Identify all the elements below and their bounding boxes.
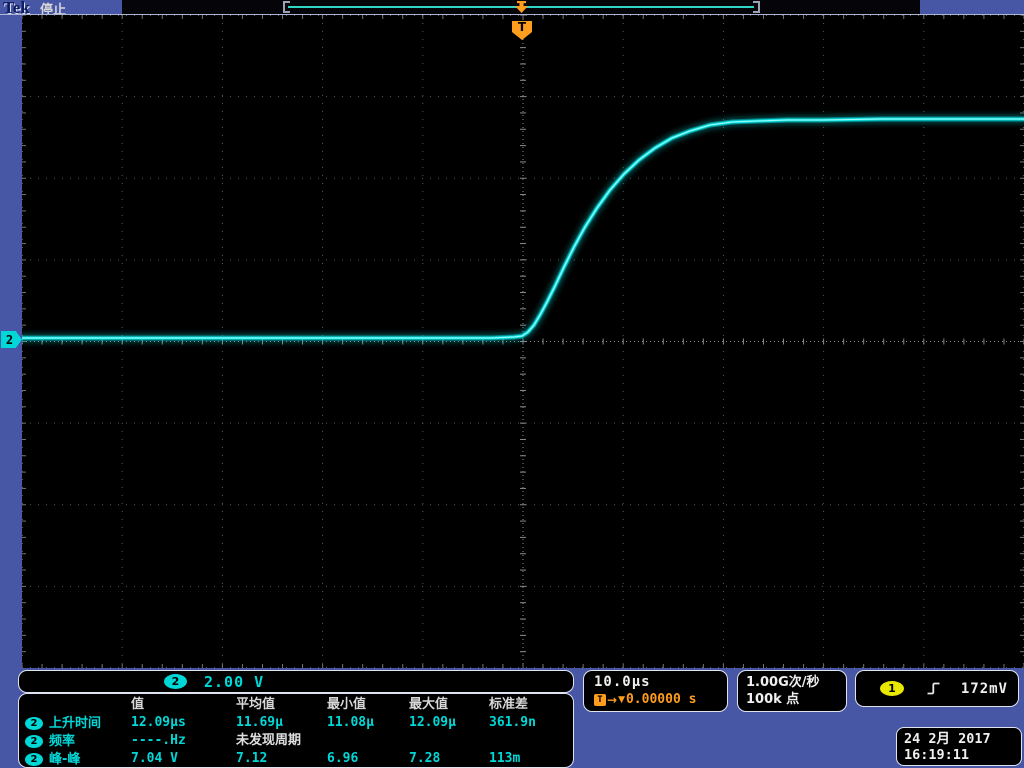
- meas-value: 12.09µs: [131, 714, 236, 732]
- channel2-ground-label: 2: [6, 333, 13, 347]
- meas-header-mean: 平均值: [236, 696, 327, 714]
- channel-readout-box: 2 2.00 V: [18, 670, 574, 693]
- channel2-badge: 2: [25, 735, 43, 748]
- down-triangle-icon: ▼: [618, 695, 625, 705]
- timebase-scale: 10.0µs: [594, 674, 727, 690]
- trigger-t-icon: T: [594, 694, 606, 706]
- channel2-badge: 2: [25, 717, 43, 730]
- channel2-scale: 2.00 V: [204, 673, 264, 691]
- window-bracket-left-icon: [283, 1, 290, 13]
- time-text: 16:19:11: [904, 747, 1021, 763]
- meas-max: 12.09µ: [409, 714, 489, 732]
- channel2-badge: 2: [164, 674, 187, 689]
- acquisition-readout-box: 1.00G次/秒 100k 点: [737, 670, 847, 712]
- meas-std: 113m: [489, 750, 573, 768]
- meas-note: 未发现周期: [236, 732, 573, 750]
- sample-rate: 1.00G次/秒: [746, 674, 846, 691]
- meas-header-std: 标准差: [489, 696, 573, 714]
- meas-header-value: 值: [131, 696, 236, 714]
- meas-row-risetime-label: 2 上升时间: [19, 714, 131, 732]
- trigger-delay-value: 0.00000 s: [626, 692, 696, 707]
- meas-header-max: 最大值: [409, 696, 489, 714]
- window-bracket-right-icon: [753, 1, 760, 13]
- meas-mean: 11.69µ: [236, 714, 327, 732]
- waveform-display: [22, 15, 1024, 668]
- trigger-readout-box: 1 172mV: [855, 670, 1019, 707]
- trigger-source-badge: 1: [880, 681, 904, 696]
- arrow-right-icon: →: [607, 693, 617, 707]
- meas-min: 6.96: [327, 750, 409, 768]
- trigger-marker-label: T: [518, 21, 526, 40]
- channel2-badge: 2: [25, 753, 43, 766]
- meas-name: 峰-峰: [49, 751, 80, 768]
- timebase-readout-box: 10.0µs T → ▼ 0.00000 s: [583, 670, 728, 712]
- meas-name: 频率: [49, 733, 75, 750]
- meas-row-peakpeak-label: 2 峰-峰: [19, 750, 131, 768]
- meas-header-min: 最小值: [327, 696, 409, 714]
- meas-min: 11.08µ: [327, 714, 409, 732]
- channel2-trace: [22, 15, 1024, 668]
- trigger-level: 172mV: [961, 681, 1008, 697]
- measurement-table: 值 平均值 最小值 最大值 标准差 2 上升时间 12.09µs 11.69µ …: [18, 693, 574, 768]
- channel2-ground-marker: 2: [1, 331, 22, 348]
- acquisition-preview-bar: [122, 0, 920, 14]
- record-length: 100k 点: [746, 691, 846, 708]
- meas-value: ----.Hz: [131, 732, 236, 750]
- trigger-position-arrow-icon: [515, 1, 528, 13]
- meas-row-frequency-label: 2 频率: [19, 732, 131, 750]
- oscilloscope-screen: Tek 停止 T 2 2 2.00 V 值 平均值 最小值 最大值 标准差: [0, 0, 1024, 768]
- meas-value: 7.04 V: [131, 750, 236, 768]
- rising-edge-icon: [926, 681, 941, 696]
- trigger-delay-readout: T → ▼ 0.00000 s: [594, 692, 727, 707]
- date-text: 24 2月 2017: [904, 731, 1021, 747]
- top-status-bar: Tek 停止: [0, 0, 1024, 14]
- meas-std: 361.9n: [489, 714, 573, 732]
- meas-mean: 7.12: [236, 750, 327, 768]
- meas-max: 7.28: [409, 750, 489, 768]
- datetime-box: 24 2月 2017 16:19:11: [896, 727, 1022, 766]
- meas-name: 上升时间: [49, 715, 101, 732]
